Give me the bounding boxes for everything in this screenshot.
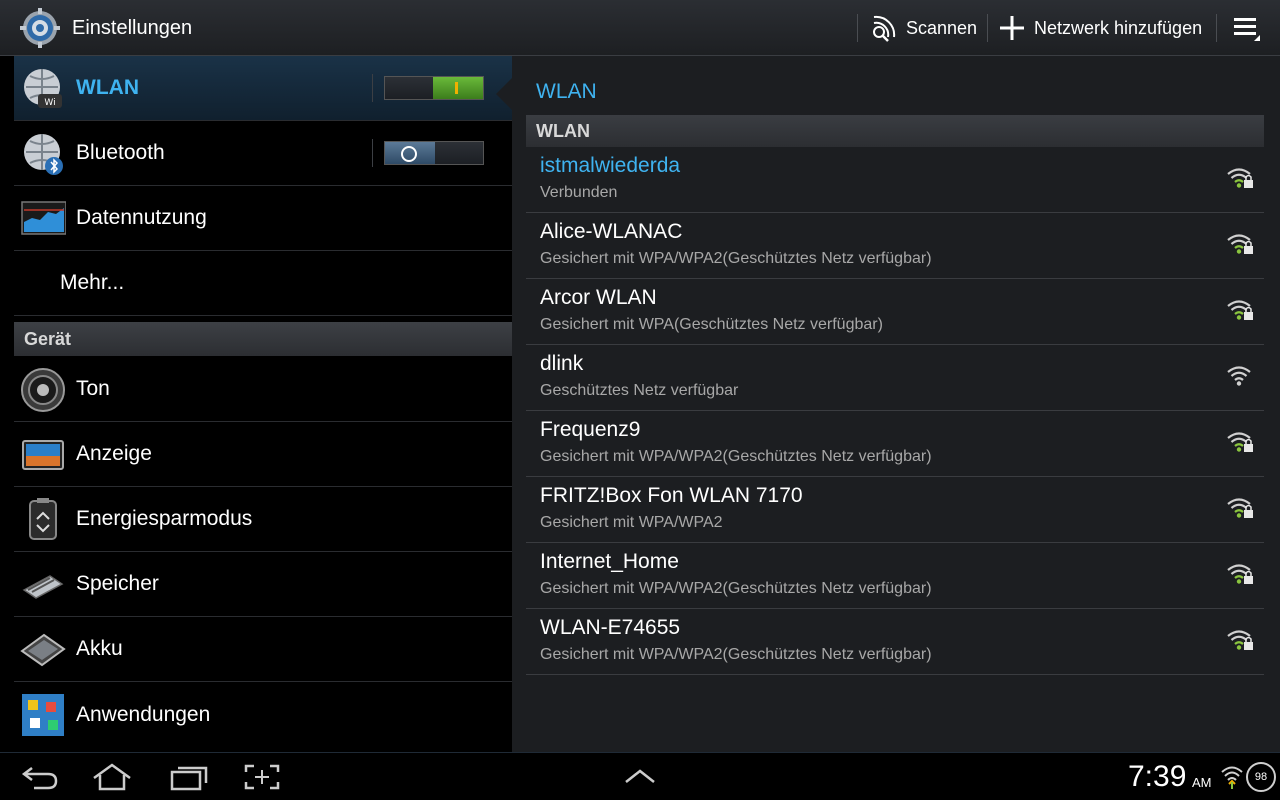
sidebar-item-label: Bluetooth (76, 141, 165, 164)
home-icon[interactable] (90, 762, 134, 792)
selection-pointer (496, 78, 512, 110)
wlan-detail-pane: WLAN WLAN istmalwiederda Verbunden Alice-W… (512, 56, 1280, 752)
network-status: Geschütztes Netz verfügbar (540, 382, 739, 399)
wifi-status-icon (1221, 766, 1243, 789)
network-row[interactable]: istmalwiederda Verbunden (526, 147, 1264, 213)
sidebar-item-sound[interactable]: Ton (14, 357, 512, 422)
network-ssid: Internet_Home (540, 550, 679, 573)
sidebar-item-label: Mehr... (60, 271, 125, 294)
recent-apps-icon[interactable] (166, 762, 210, 792)
clock-time: 7:39 (1128, 760, 1187, 793)
network-ssid: dlink (540, 352, 584, 375)
chevron-up-icon[interactable] (618, 762, 662, 792)
wlan-toggle[interactable] (384, 76, 484, 100)
settings-gear-icon[interactable] (20, 8, 60, 48)
network-ssid: Arcor WLAN (540, 286, 657, 309)
settings-sidebar: Wi WLAN Bluetooth Datennutzung Mehr... G… (0, 56, 512, 752)
data-usage-icon (21, 201, 66, 235)
network-row[interactable]: FRITZ!Box Fon WLAN 7170 Gesichert mit WPA… (526, 477, 1264, 543)
battery-level-badge: 98 (1246, 762, 1276, 792)
sidebar-item-storage[interactable]: Speicher (14, 552, 512, 617)
wifi-signal-locked-icon (1226, 297, 1254, 323)
divider (857, 14, 858, 42)
network-row[interactable]: dlink Geschütztes Netz verfügbar (526, 345, 1264, 411)
wifi-signal-locked-icon (1226, 495, 1254, 521)
sidebar-item-label: Speicher (76, 572, 159, 595)
network-status: Gesichert mit WPA(Geschütztes Netz verfü… (540, 316, 883, 333)
scan-button[interactable]: Scannen (868, 10, 977, 46)
screenshot-icon[interactable] (240, 762, 284, 792)
network-row[interactable]: Internet_Home Gesichert mit WPA/WPA2(Gesc… (526, 543, 1264, 609)
divider (987, 14, 988, 42)
wifi-signal-locked-icon (1226, 231, 1254, 257)
bluetooth-toggle[interactable] (384, 141, 484, 165)
wifi-signal-locked-icon (1226, 429, 1254, 455)
network-row[interactable]: Alice-WLANAC Gesichert mit WPA/WPA2(Gesch… (526, 213, 1264, 279)
sidebar-item-power-saving[interactable]: Energiesparmodus (14, 487, 512, 552)
network-ssid: Alice-WLANAC (540, 220, 683, 243)
wifi-signal-locked-icon (1226, 627, 1254, 653)
sidebar-item-label: Anwendungen (76, 702, 211, 726)
network-row[interactable]: Arcor WLAN Gesichert mit WPA(Geschütztes … (526, 279, 1264, 345)
sidebar-item-bluetooth[interactable]: Bluetooth (14, 121, 512, 186)
sidebar-item-label: WLAN (76, 76, 139, 99)
network-status: Gesichert mit WPA/WPA2(Geschütztes Netz … (540, 580, 932, 597)
applications-icon (22, 694, 64, 736)
section-header-label: Gerät (24, 328, 72, 349)
back-icon[interactable] (18, 762, 62, 792)
storage-icon (22, 575, 64, 599)
wlan-globe-icon: Wi (24, 69, 62, 108)
sidebar-item-wlan[interactable]: Wi WLAN (14, 56, 512, 121)
network-row[interactable]: WLAN-E74655 Gesichert mit WPA/WPA2(Geschü… (526, 609, 1264, 675)
sidebar-item-data-usage[interactable]: Datennutzung (14, 186, 512, 251)
section-header-label: WLAN (536, 120, 590, 141)
sidebar-item-display[interactable]: Anzeige (14, 422, 512, 487)
add-network-button[interactable]: Netzwerk hinzufügen (998, 10, 1202, 46)
sidebar-item-label: Datennutzung (76, 206, 207, 229)
scan-icon (873, 15, 896, 42)
scan-label: Scannen (906, 17, 978, 38)
network-ssid: istmalwiederda (540, 154, 681, 177)
divider (372, 74, 373, 102)
wifi-signal-icon (1226, 363, 1254, 389)
section-header-wlan: WLAN (526, 115, 1264, 147)
section-header-device: Gerät (14, 322, 512, 356)
sidebar-item-more[interactable]: Mehr... (14, 251, 512, 316)
network-ssid: FRITZ!Box Fon WLAN 7170 (540, 484, 803, 507)
wifi-signal-locked-icon (1226, 561, 1254, 587)
sidebar-item-label: Ton (76, 377, 110, 400)
network-status: Gesichert mit WPA/WPA2(Geschütztes Netz … (540, 250, 932, 267)
sidebar-item-label: Anzeige (76, 442, 152, 465)
svg-text:Wi: Wi (44, 98, 55, 108)
power-saving-icon (29, 498, 57, 540)
menu-icon (1234, 18, 1260, 41)
add-network-label: Netzwerk hinzufügen (1034, 17, 1203, 38)
overflow-menu-button[interactable] (1232, 10, 1262, 46)
network-ssid: WLAN-E74655 (540, 616, 681, 639)
wifi-signal-locked-icon (1226, 165, 1254, 191)
plus-icon (1000, 16, 1024, 40)
app-title: Einstellungen (72, 17, 193, 39)
display-icon (22, 440, 64, 470)
network-status: Gesichert mit WPA/WPA2(Geschütztes Netz … (540, 646, 932, 663)
divider (372, 139, 373, 167)
sidebar-item-label: Akku (76, 637, 123, 660)
speaker-icon (21, 368, 65, 412)
network-status: Gesichert mit WPA/WPA2 (540, 514, 723, 531)
network-status: Gesichert mit WPA/WPA2(Geschütztes Netz … (540, 448, 932, 465)
network-status: Verbunden (540, 184, 618, 201)
sidebar-item-applications[interactable]: Anwendungen (14, 682, 512, 747)
action-bar: Einstellungen Scannen Netzwerk hinzufüge… (0, 0, 1280, 56)
network-row[interactable]: Frequenz9 Gesichert mit WPA/WPA2(Geschütz… (526, 411, 1264, 477)
clock-ampm: AM (1192, 775, 1212, 790)
sidebar-item-label: Energiesparmodus (76, 507, 253, 530)
sidebar-item-battery[interactable]: Akku (14, 617, 512, 682)
detail-title: WLAN (536, 80, 597, 103)
battery-icon (20, 633, 66, 667)
divider (1216, 14, 1217, 42)
bluetooth-globe-icon (24, 134, 63, 175)
network-ssid: Frequenz9 (540, 418, 641, 441)
